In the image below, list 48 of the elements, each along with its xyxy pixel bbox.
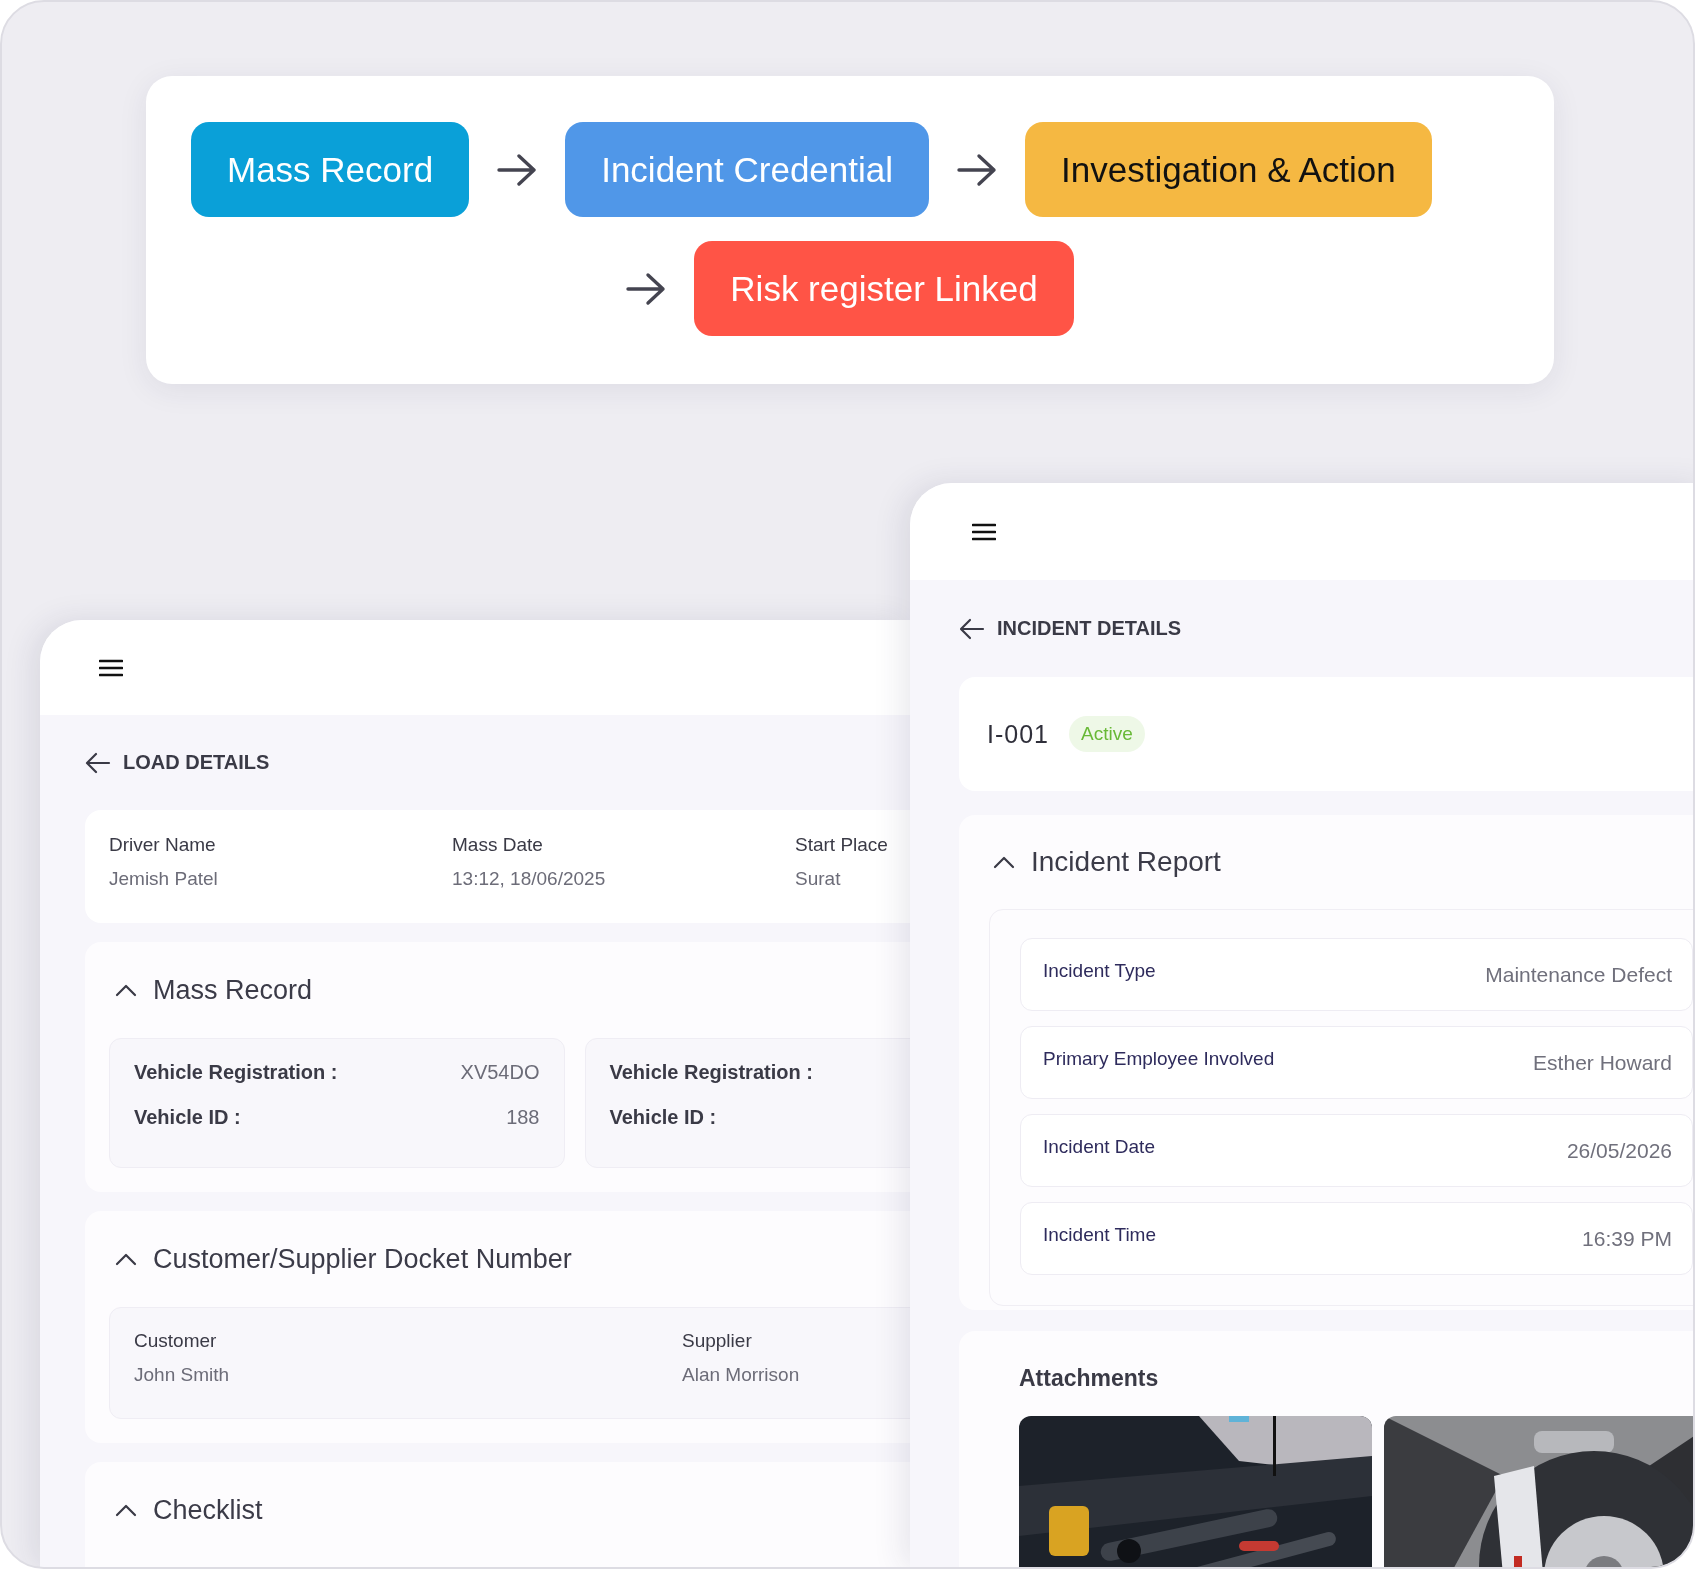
field-label: Driver Name [109, 834, 217, 856]
page-title: INCIDENT DETAILS [997, 617, 1182, 640]
flow-step: Incident Credential [565, 122, 929, 217]
field-value: 13:12, 18/06/2025 [452, 868, 607, 890]
page-title: LOAD DETAILS [123, 751, 270, 774]
flow-step: Mass Record [191, 122, 470, 217]
field-label: Customer [134, 1330, 218, 1352]
field-value: John Smith [134, 1364, 231, 1386]
section-title: Attachments [1018, 1364, 1160, 1393]
menu-icon[interactable] [99, 658, 123, 677]
chevron-up-icon[interactable] [115, 983, 137, 997]
incident-id: I-001 [987, 719, 1049, 749]
back-arrow-icon[interactable] [85, 751, 111, 774]
chevron-up-icon[interactable] [115, 1503, 137, 1517]
field-value: Surat [795, 868, 842, 890]
section-title: Customer/Supplier Docket Number [153, 1243, 572, 1275]
section-title: Mass Record [153, 974, 313, 1006]
field-label: Mass Date [452, 834, 544, 856]
field-value: Esther Howard [1533, 1050, 1672, 1075]
back-arrow-icon[interactable] [959, 617, 985, 640]
menu-icon[interactable] [972, 522, 996, 541]
field-label: Vehicle ID : [134, 1106, 241, 1129]
field-value: Alan Morrison [682, 1364, 801, 1386]
field-label: Start Place [795, 834, 889, 856]
arrow-icon [497, 152, 538, 187]
field-value: Jemish Patel [109, 868, 219, 890]
chevron-up-icon[interactable] [993, 855, 1015, 869]
field-value: 16:39 PM [1582, 1226, 1672, 1251]
section-title: Incident Report [1031, 846, 1221, 878]
field-value: XV54DO [460, 1061, 540, 1084]
field-label: Vehicle Registration : [134, 1061, 338, 1084]
field-label: Incident Date [1043, 1135, 1155, 1158]
field-label: Vehicle ID : [609, 1106, 717, 1129]
arrow-icon [957, 152, 997, 187]
section-title: Checklist [153, 1494, 263, 1526]
field-label: Incident Type [1043, 959, 1156, 982]
arrow-icon [626, 271, 667, 306]
status-badge: Active [1069, 716, 1145, 752]
field-label: Incident Time [1043, 1223, 1156, 1246]
field-value: 26/05/2026 [1566, 1138, 1672, 1163]
field-value: 188 [506, 1106, 540, 1129]
flow-step: Risk register Linked [694, 241, 1074, 336]
field-label: Vehicle Registration : [609, 1061, 813, 1084]
field-label: Supplier [682, 1330, 753, 1352]
flow-step: Investigation & Action [1025, 122, 1432, 217]
field-label: Primary Employee Involved [1043, 1047, 1275, 1070]
field-value: Maintenance Defect [1485, 962, 1672, 987]
chevron-up-icon[interactable] [115, 1252, 137, 1266]
